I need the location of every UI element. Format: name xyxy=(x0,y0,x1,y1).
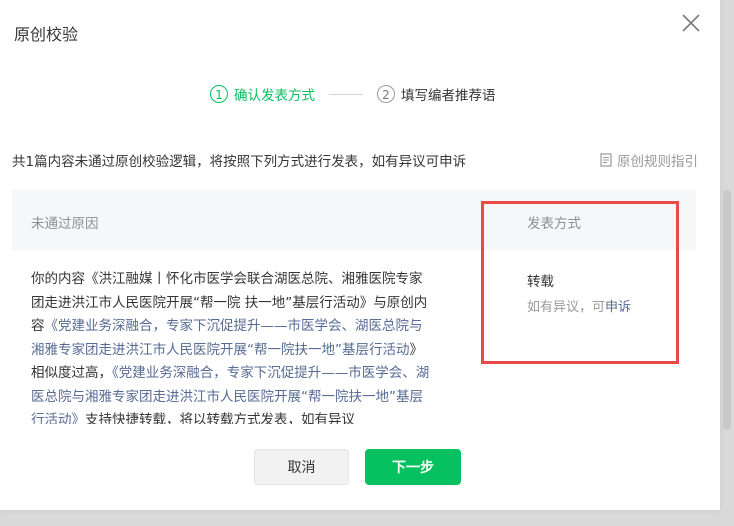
next-step-button[interactable]: 下一步 xyxy=(365,449,461,485)
method-cell: 转载 如有异议，可申诉 xyxy=(527,270,631,315)
scrollbar[interactable] xyxy=(723,190,731,430)
step-number: 1 xyxy=(210,85,228,103)
step-label: 确认发表方式 xyxy=(234,88,315,104)
step-editor-recommendation: 2 填写编者推荐语 xyxy=(377,84,496,104)
dialog-title: 原创校验 xyxy=(14,25,79,44)
cancel-button[interactable]: 取消 xyxy=(254,449,349,485)
original-check-dialog: 原创校验 1 确认发表方式 2 填写编者推荐语 共1篇内容未通过原创校验逻辑，将… xyxy=(0,0,720,510)
appeal-prefix: 如有异议，可 xyxy=(527,300,606,315)
method-appeal-note: 如有异议，可申诉 xyxy=(527,296,631,315)
reason-suffix: 支持快捷转载，将以转载方式发表，如有异议 xyxy=(85,412,355,424)
step-label: 填写编者推荐语 xyxy=(401,88,496,104)
step-number: 2 xyxy=(377,85,395,103)
notice-text: 共1篇内容未通过原创校验逻辑，将按照下列方式进行发表，如有异议可申诉 xyxy=(12,154,467,170)
header-method: 发表方式 xyxy=(527,216,581,232)
steps-indicator: 1 确认发表方式 2 填写编者推荐语 xyxy=(210,84,496,104)
document-icon xyxy=(600,153,612,167)
close-icon[interactable] xyxy=(680,12,702,34)
original-article-link[interactable]: 《党建业务深融合，专家下沉促提升——市医学会、湖医总院与湘雅专家团走进洪江市人民… xyxy=(31,318,423,358)
rules-guide-link[interactable]: 原创规则指引 xyxy=(600,150,698,170)
header-reason: 未通过原因 xyxy=(31,216,99,232)
rules-guide-label: 原创规则指引 xyxy=(617,154,698,170)
method-repost: 转载 xyxy=(527,274,554,290)
appeal-link[interactable]: 申诉 xyxy=(605,300,631,315)
step-confirm-method: 1 确认发表方式 xyxy=(210,84,315,104)
step-divider xyxy=(329,93,363,95)
reason-cell: 你的内容《洪江融媒丨怀化市医学会联合湖医总院、湘雅医院专家团走进洪江市人民医院开… xyxy=(31,268,433,424)
table-header: 未通过原因 发表方式 xyxy=(12,190,696,250)
